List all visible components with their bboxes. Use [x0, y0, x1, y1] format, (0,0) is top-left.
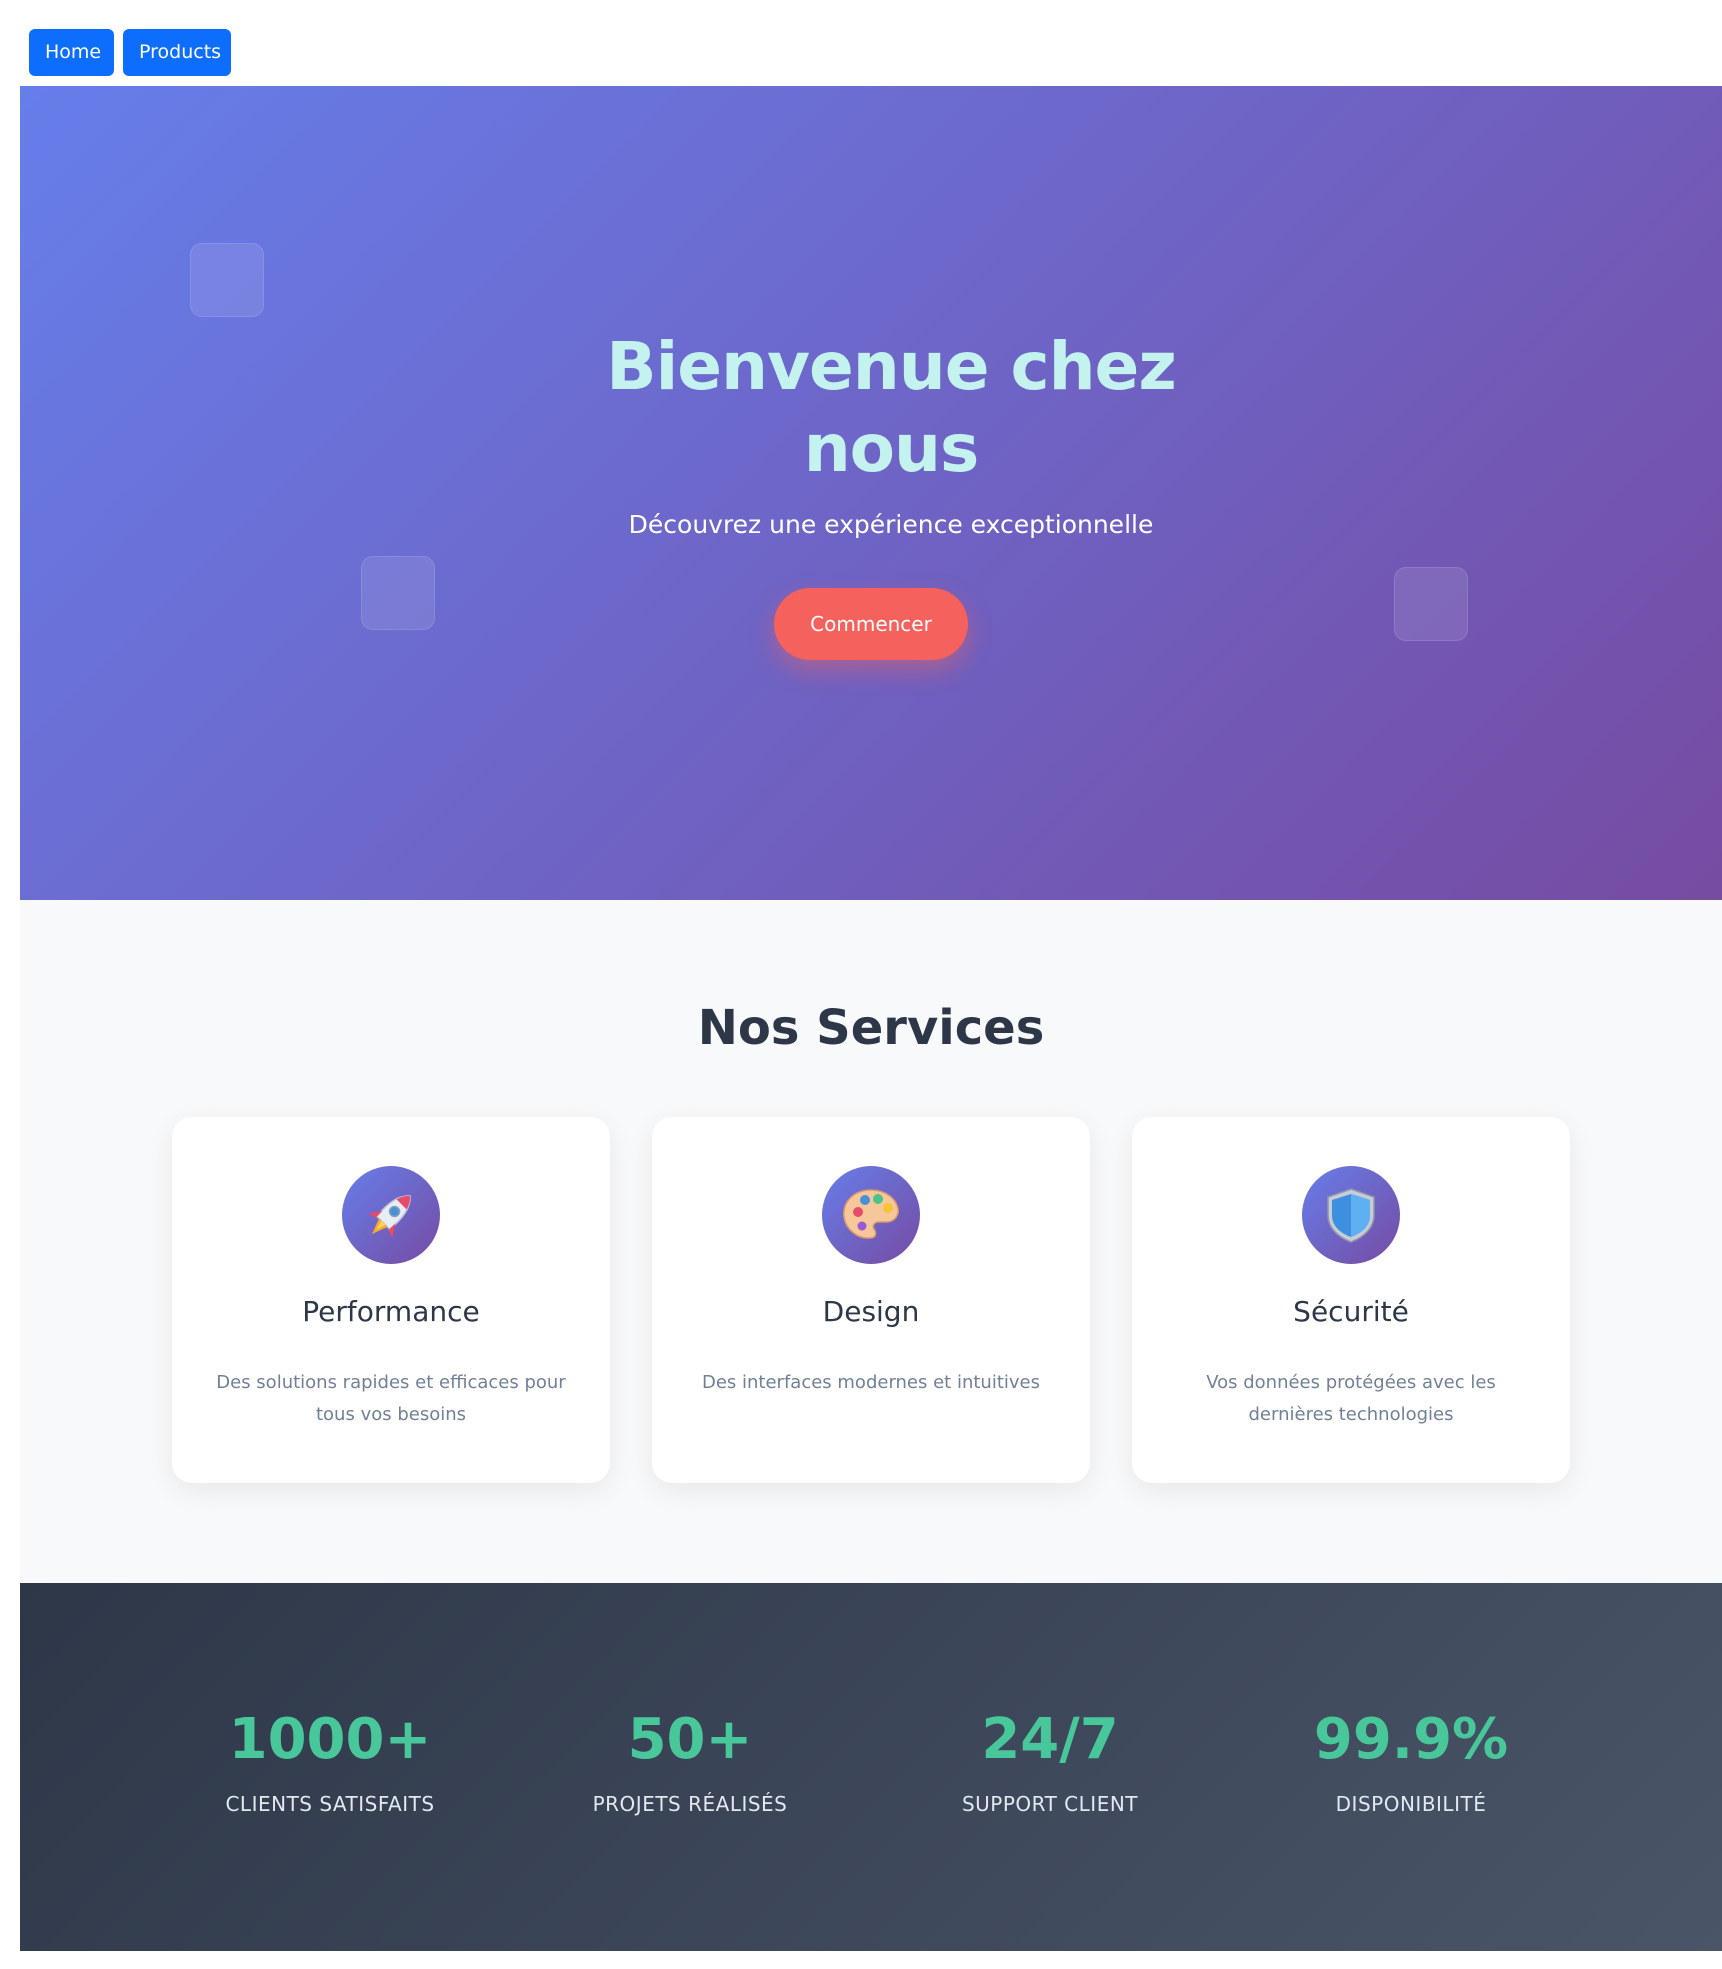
service-card-security: Sécurité Vos données protégées avec les …	[1132, 1117, 1570, 1483]
start-button[interactable]: Commencer	[774, 588, 968, 660]
card-description: Des interfaces modernes et intuitives	[701, 1372, 1041, 1393]
top-nav: Home Products	[0, 0, 1722, 86]
card-description: Des solutions rapides et efficaces pour …	[216, 1372, 566, 1425]
service-card-performance: Performance Des solutions rapides et eff…	[172, 1117, 610, 1483]
service-card-design: Design Des interfaces modernes et intuit…	[652, 1117, 1090, 1483]
decorative-square	[1394, 567, 1468, 641]
stat-value: 50+	[627, 1707, 753, 1772]
palette-icon	[822, 1166, 920, 1264]
products-button[interactable]: Products	[123, 29, 231, 76]
stat-label: SUPPORT CLIENT	[961, 1792, 1139, 1816]
stat-item: 24/7 SUPPORT CLIENT	[880, 1707, 1220, 1817]
card-title: Performance	[302, 1295, 480, 1328]
stat-label: CLIENTS SATISFAITS	[225, 1792, 435, 1816]
stat-label: PROJETS RÉALISÉS	[592, 1792, 788, 1816]
stat-value: 99.9%	[1313, 1707, 1509, 1772]
stat-item: 1000+ CLIENTS SATISFAITS	[160, 1707, 500, 1817]
stat-item: 99.9% DISPONIBILITÉ	[1241, 1707, 1581, 1817]
card-description: Vos données protégées avec les dernières…	[1206, 1372, 1496, 1425]
stat-item: 50+ PROJETS RÉALISÉS	[520, 1707, 860, 1817]
hero-subtitle: Découvrez une expérience exceptionnelle	[628, 510, 1154, 539]
hero-title: Bienvenue chez nous	[606, 328, 1176, 487]
card-title: Sécurité	[1293, 1295, 1409, 1328]
decorative-square	[361, 556, 435, 630]
stats-section: 1000+ CLIENTS SATISFAITS 50+ PROJETS RÉA…	[20, 1583, 1722, 1951]
services-section: Nos Services Performance Des solutions r…	[20, 900, 1722, 1583]
stat-label: DISPONIBILITÉ	[1335, 1792, 1487, 1816]
rocket-icon	[342, 1166, 440, 1264]
hero-section: Bienvenue chez nous Découvrez une expéri…	[20, 86, 1722, 900]
home-button[interactable]: Home	[29, 29, 114, 76]
shield-icon	[1302, 1166, 1400, 1264]
stat-value: 24/7	[981, 1707, 1119, 1772]
stat-value: 1000+	[228, 1707, 432, 1772]
decorative-square	[190, 243, 264, 317]
card-title: Design	[822, 1295, 920, 1328]
services-title: Nos Services	[697, 1000, 1045, 1056]
